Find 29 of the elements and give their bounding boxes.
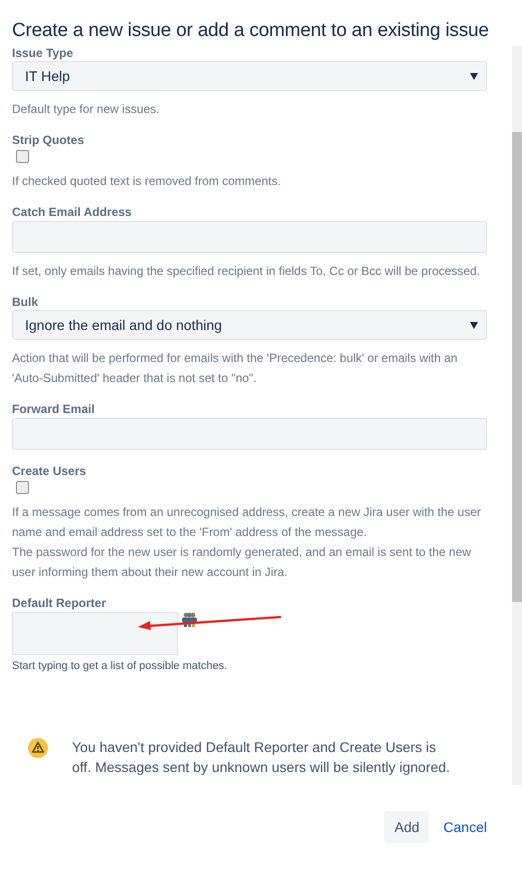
help-text: Start typing to get a list of possible matches.	[12, 659, 228, 673]
dropdown-arrow-icon	[470, 72, 478, 80]
field-label: Catch Email Address	[12, 205, 133, 219]
field-label: Bulk	[12, 295, 40, 309]
checkbox[interactable]	[16, 150, 29, 163]
input-field[interactable]	[12, 221, 487, 253]
dialog-title: Create a new issue or add a comment to an existing issue	[11, 19, 490, 43]
help-text: If set, only emails having the specified recipient in fields To, Cc or Bcc will be processed.	[12, 263, 481, 280]
field-label: Create Users	[12, 464, 88, 478]
input-field[interactable]	[12, 418, 487, 450]
scrollbar[interactable]	[512, 46, 522, 785]
help-text: If a message comes from an unrecognised address, create a new Jira user with the user name and email address set to the 'From' address of the message. The password for the new user is randomly generated, and an email is sent to the new user informing them about their new account in Jira.	[12, 504, 482, 581]
dropdown-arrow-icon	[470, 322, 478, 328]
select-field[interactable]: Ignore the email and do nothing	[12, 310, 487, 340]
help-text: Action that will be performed for emails with the 'Precedence: bulk' or emails with an 'Auto-Submitted' header that is not set to "no".	[12, 350, 458, 387]
warning-message: You haven't provided Default Reporter and Create Users is off. Messages sent by unknown users will be silently ignored.	[72, 738, 451, 777]
field-label: Strip Quotes	[12, 133, 86, 147]
select-field[interactable]: IT Help	[12, 61, 487, 91]
users-icon[interactable]	[182, 612, 197, 627]
field-label: Default Reporter	[12, 596, 108, 610]
help-text: If checked quoted text is removed from comments.	[12, 173, 282, 190]
input-field[interactable]	[12, 612, 178, 655]
field-label: Issue Type	[12, 46, 74, 60]
add-button[interactable]: Add	[384, 811, 430, 843]
cancel-link[interactable]: Cancel	[435, 819, 495, 835]
help-text: Default type for new issues.	[12, 101, 160, 118]
warning-icon	[28, 738, 48, 758]
checkbox[interactable]	[16, 481, 29, 494]
field-label: Forward Email	[12, 402, 96, 416]
